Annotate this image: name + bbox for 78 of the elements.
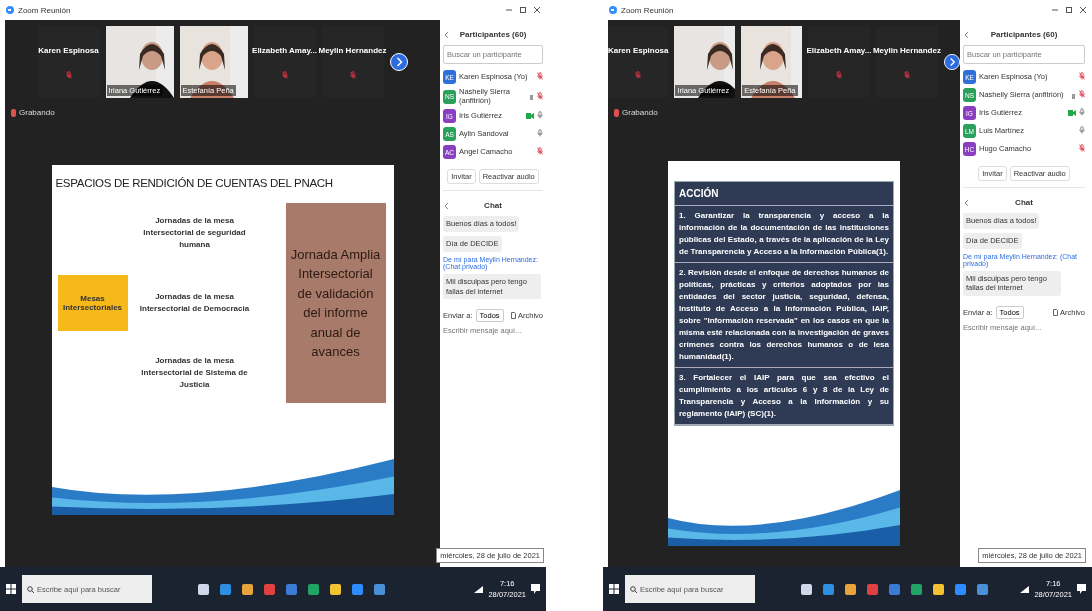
chevron-icon[interactable] [965, 32, 969, 38]
chevron-icon[interactable] [445, 32, 449, 38]
microphone-icon [1079, 72, 1085, 80]
windows-start-icon[interactable] [609, 584, 619, 594]
microphone-icon [281, 70, 288, 79]
panel-title: Participantes (60) [990, 30, 1058, 39]
next-page-icon[interactable] [943, 53, 960, 71]
recording-label: Grabando [19, 108, 55, 117]
participant-name: Karen Espinosa [38, 45, 99, 55]
close-icon[interactable] [1080, 7, 1086, 13]
taskbar-app-icon[interactable] [823, 583, 834, 595]
slide-title: ESPACIOS DE RENDICIÓN DE CUENTAS DEL PNACH [54, 176, 334, 189]
taskbar-app-icon[interactable] [911, 583, 922, 595]
participant-name: Karen Espinosa [608, 45, 669, 55]
app-logo-icon [609, 6, 617, 14]
panel-title: Participantes (60) [459, 30, 527, 39]
next-page-icon[interactable] [389, 53, 408, 71]
microphone-icon [65, 70, 72, 79]
panel-title: Chat [1015, 198, 1033, 207]
participant-name: Elizabeth Amay... [806, 45, 872, 55]
panel-title: Chat [484, 201, 502, 211]
microphone-icon [537, 72, 543, 80]
taskbar-app-icon[interactable] [933, 583, 944, 595]
app-logo-icon [6, 6, 14, 14]
network-icon[interactable] [1020, 585, 1030, 593]
microphone-icon [835, 70, 842, 79]
participant-name: Meylin Hernandez [318, 45, 387, 55]
search-icon [630, 585, 637, 593]
table-row: 3. Fortalecer el IAIP para que sea efectivo el cumplimiento a los artículos 6 y 8 de la Ley de Transparencia y Acceso a la Información y su reglamento (IAIP) (SC)(1). [675, 368, 893, 425]
microphone-icon [1079, 144, 1085, 152]
notification-icon[interactable] [1077, 584, 1086, 594]
microphone-icon [903, 70, 910, 79]
slide-box: Jornada Amplia Intersectorial de validación del informe anual de avances [285, 203, 386, 403]
microphone-icon [1079, 126, 1085, 134]
recording-icon [11, 108, 16, 117]
taskbar-app-icon[interactable] [242, 583, 253, 595]
microphone-icon [537, 91, 543, 100]
taskbar-app-icon[interactable] [955, 583, 966, 595]
participant-name: Meylin Hernandez [872, 45, 941, 55]
taskbar-app-icon[interactable] [845, 583, 856, 595]
participant-name: Elizabeth Amay... [252, 45, 317, 55]
slide-box: Mesas Intersectoriales [57, 275, 128, 331]
notification-icon[interactable] [531, 584, 540, 594]
slide-text: Jornadas de la mesa Intersectorial de Democracia [138, 291, 251, 315]
file-icon [1053, 309, 1058, 316]
table-heading: ACCIÓN [675, 182, 893, 206]
file-icon [511, 312, 516, 320]
taskbar-app-icon[interactable] [374, 583, 385, 595]
microphone-icon [537, 129, 543, 138]
taskbar-app-icon[interactable] [977, 583, 988, 595]
chevron-icon[interactable] [445, 203, 449, 210]
taskbar-app-icon[interactable] [198, 583, 209, 595]
microphone-icon [537, 111, 543, 120]
slide-text: Jornadas de la mesa Intersectorial de Sistema de Justicia [140, 355, 249, 391]
taskbar-app-icon[interactable] [330, 583, 341, 595]
window-title: Zoom Reunión [18, 5, 72, 15]
microphone-icon [1079, 90, 1085, 98]
network-icon[interactable] [474, 585, 484, 593]
maximize-icon[interactable] [1066, 7, 1072, 13]
close-icon[interactable] [534, 7, 540, 13]
taskbar-app-icon[interactable] [308, 583, 319, 595]
windows-start-icon[interactable] [6, 584, 16, 594]
recording-label: Grabando [622, 108, 658, 117]
table-row: 2. Revisión desde el enfoque de derechos humanos de políticas, prácticas y criterios adoptados por las entidades del sector justicia, seguridad, defensa, Instituto de Acceso a la Información Pública, IAIP, sobre "Información reservada" en los casos en que la misma esté relacionada con la investigación de graves crímenes contra los derechos humanos o de lesa humanidad(1). [675, 263, 893, 368]
search-icon [27, 585, 34, 593]
taskbar-app-icon[interactable] [220, 583, 231, 595]
maximize-icon[interactable] [520, 7, 526, 13]
microphone-icon [537, 147, 543, 156]
slide-text: Jornadas de la mesa Intersectorial de seguridad humana [142, 215, 247, 251]
microphone-icon [635, 70, 642, 79]
microphone-icon [349, 70, 356, 79]
table-row: 1. Garantizar la transparencia y acceso a la información de la documentación de las instituciones públicas del Estado, a través de la aplicación de la Ley de Transparencia y Acceso a la Información Pública(1). [675, 206, 893, 263]
microphone-icon [1079, 108, 1085, 116]
taskbar-app-icon[interactable] [352, 583, 363, 595]
chevron-icon[interactable] [965, 200, 969, 206]
recording-icon [614, 108, 619, 117]
window-title: Zoom Reunión [621, 5, 675, 15]
taskbar-app-icon[interactable] [801, 583, 812, 595]
